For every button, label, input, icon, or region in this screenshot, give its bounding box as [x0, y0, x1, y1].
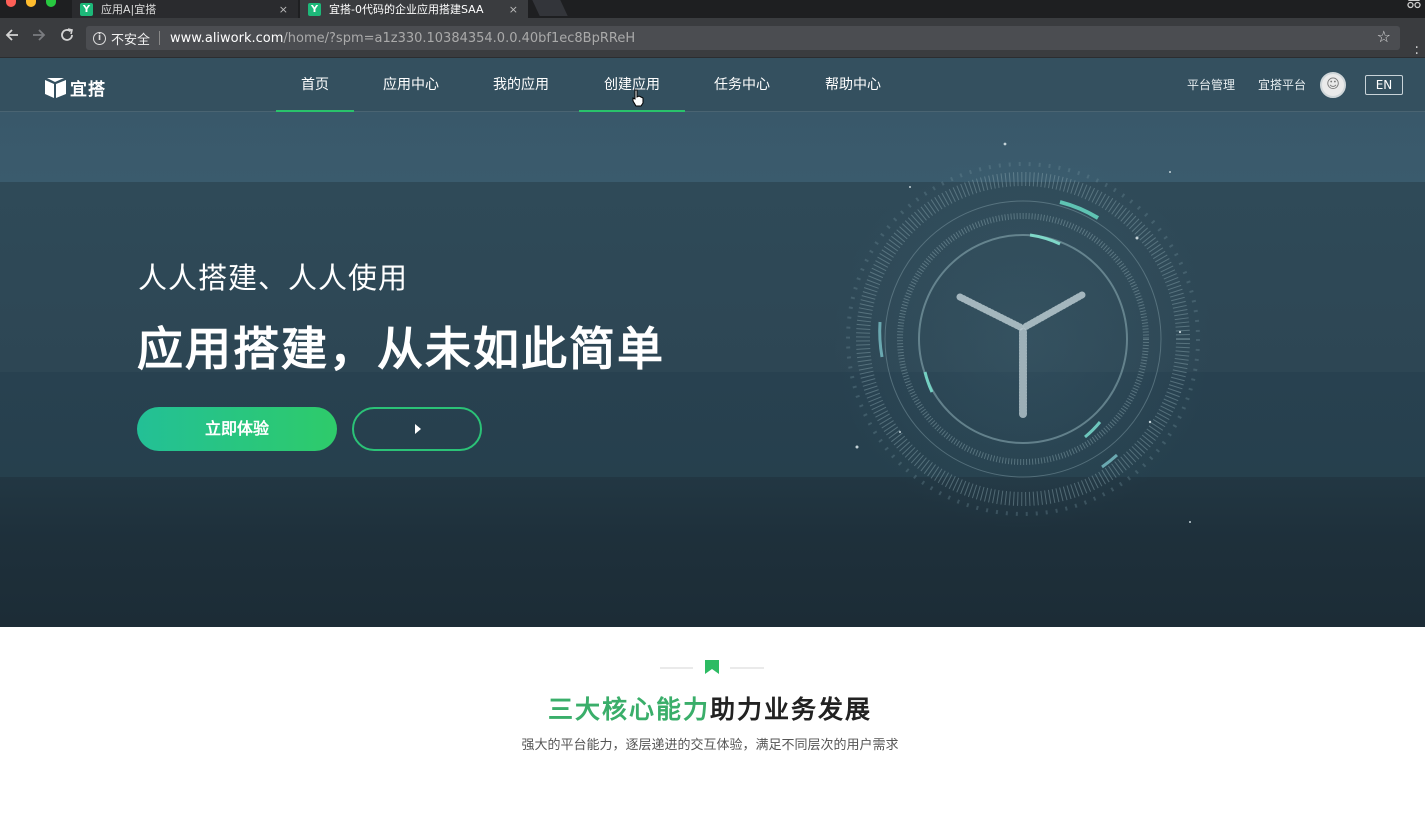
section-title-rest: 助力业务发展	[710, 695, 873, 724]
hero-subtitle: 人人搭建、人人使用	[138, 261, 409, 295]
user-avatar[interactable]: ☺	[1320, 72, 1346, 98]
site-info-icon[interactable]: i	[93, 31, 106, 45]
platform-name-link[interactable]: 宜搭平台	[1258, 58, 1306, 112]
browser-tab-active[interactable]: Y 宜搭-0代码的企业应用搭建SAA ×	[300, 0, 528, 18]
new-tab-button[interactable]	[532, 0, 568, 16]
url-host: www.aliwork.com	[170, 30, 284, 46]
window-close-dot[interactable]	[6, 0, 16, 7]
play-icon	[415, 424, 421, 434]
section-bookmark-icon	[660, 660, 764, 674]
bookmark-star-icon[interactable]: ☆	[1377, 27, 1391, 46]
try-now-button[interactable]: 立即体验	[137, 407, 337, 451]
yida-favicon-icon: Y	[308, 2, 321, 16]
window-minimize-dot[interactable]	[26, 0, 36, 7]
nav-app-center[interactable]: 应用中心	[372, 58, 450, 112]
tab-close-icon[interactable]: ×	[509, 3, 518, 16]
window-maximize-dot[interactable]	[46, 0, 56, 7]
yida-favicon-icon: Y	[80, 2, 93, 16]
security-label: 不安全	[111, 32, 151, 48]
address-bar[interactable]: i 不安全 www.aliwork.com /home/?spm=a1z330.…	[86, 26, 1400, 50]
nav-my-apps[interactable]: 我的应用	[482, 58, 560, 112]
forward-arrow-icon[interactable]	[28, 26, 50, 48]
play-video-button[interactable]	[352, 407, 482, 451]
logo-text: 宜搭	[70, 80, 106, 100]
browser-tab-strip: Y 应用A|宜搭 × Y 宜搭-0代码的企业应用搭建SAA ×	[0, 0, 1425, 18]
url-path: /home/?spm=a1z330.10384354.0.0.40bf1ec8B…	[283, 30, 636, 46]
back-arrow-icon[interactable]	[1, 26, 23, 48]
reload-icon[interactable]	[56, 26, 78, 48]
yida-logo[interactable]: 宜搭	[45, 75, 106, 100]
hero-banner: 人人搭建、人人使用 应用搭建，从未如此简单 立即体验	[0, 112, 1425, 627]
section-title-highlight: 三大核心能力	[547, 695, 710, 724]
hand-cursor-icon	[632, 89, 644, 107]
yida-particle-logo-graphic	[833, 142, 1213, 529]
language-toggle-button[interactable]: EN	[1365, 75, 1403, 95]
tab-title: 应用A|宜搭	[101, 3, 157, 16]
section-description: 强大的平台能力，逐层递进的交互体验，满足不同层次的用户需求	[521, 738, 899, 753]
incognito-icon	[1407, 0, 1421, 12]
address-divider	[159, 31, 161, 45]
platform-manage-link[interactable]: 平台管理	[1187, 58, 1235, 112]
hero-title: 应用搭建，从未如此简单	[137, 322, 665, 376]
section-title: 三大核心能力助力业务发展	[0, 690, 1420, 726]
nav-task-center[interactable]: 任务中心	[703, 58, 781, 112]
site-header: 宜搭 首页 应用中心 我的应用 创建应用 任务中心 帮助中心 平台管理 宜搭平台…	[0, 58, 1425, 113]
tab-title: 宜搭-0代码的企业应用搭建SAA	[329, 3, 484, 16]
tab-close-icon[interactable]: ×	[279, 3, 288, 16]
browser-tab[interactable]: Y 应用A|宜搭 ×	[72, 0, 298, 18]
nav-home[interactable]: 首页	[276, 58, 354, 113]
browser-toolbar: i 不安全 www.aliwork.com /home/?spm=a1z330.…	[0, 18, 1425, 67]
nav-help-center[interactable]: 帮助中心	[814, 58, 892, 112]
yida-logo-mark-icon	[45, 77, 66, 98]
